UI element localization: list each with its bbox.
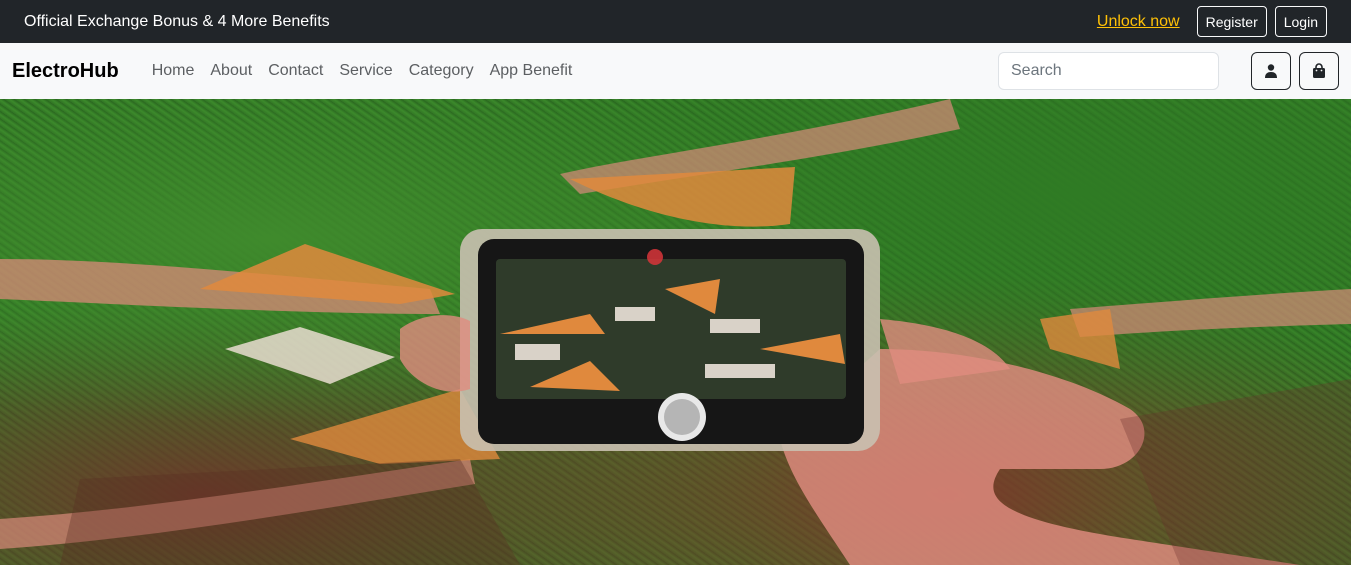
nav-about[interactable]: About xyxy=(202,62,260,80)
nav-contact[interactable]: Contact xyxy=(260,62,331,80)
top-promo-bar: Official Exchange Bonus & 4 More Benefit… xyxy=(0,0,1351,43)
nav-category[interactable]: Category xyxy=(401,62,482,80)
cart-button[interactable] xyxy=(1299,52,1339,90)
unlock-now-link[interactable]: Unlock now xyxy=(1097,13,1180,31)
brand-logo[interactable]: ElectroHub xyxy=(12,60,119,83)
top-actions: Unlock now Register Login xyxy=(1097,6,1327,37)
nav-links: Home About Contact Service Category App … xyxy=(144,62,581,80)
user-icon xyxy=(1265,64,1277,78)
login-button[interactable]: Login xyxy=(1274,6,1327,37)
search-input[interactable] xyxy=(998,52,1219,90)
promo-text: Official Exchange Bonus & 4 More Benefit… xyxy=(24,12,330,30)
hero-image xyxy=(0,99,1351,565)
user-account-button[interactable] xyxy=(1251,52,1291,90)
nav-home[interactable]: Home xyxy=(144,62,203,80)
main-navbar: ElectroHub Home About Contact Service Ca… xyxy=(0,43,1351,99)
nav-service[interactable]: Service xyxy=(331,62,400,80)
nav-app-benefit[interactable]: App Benefit xyxy=(482,62,581,80)
register-button[interactable]: Register xyxy=(1196,6,1267,37)
hero-banner xyxy=(0,99,1351,565)
shopping-bag-icon xyxy=(1313,63,1325,78)
